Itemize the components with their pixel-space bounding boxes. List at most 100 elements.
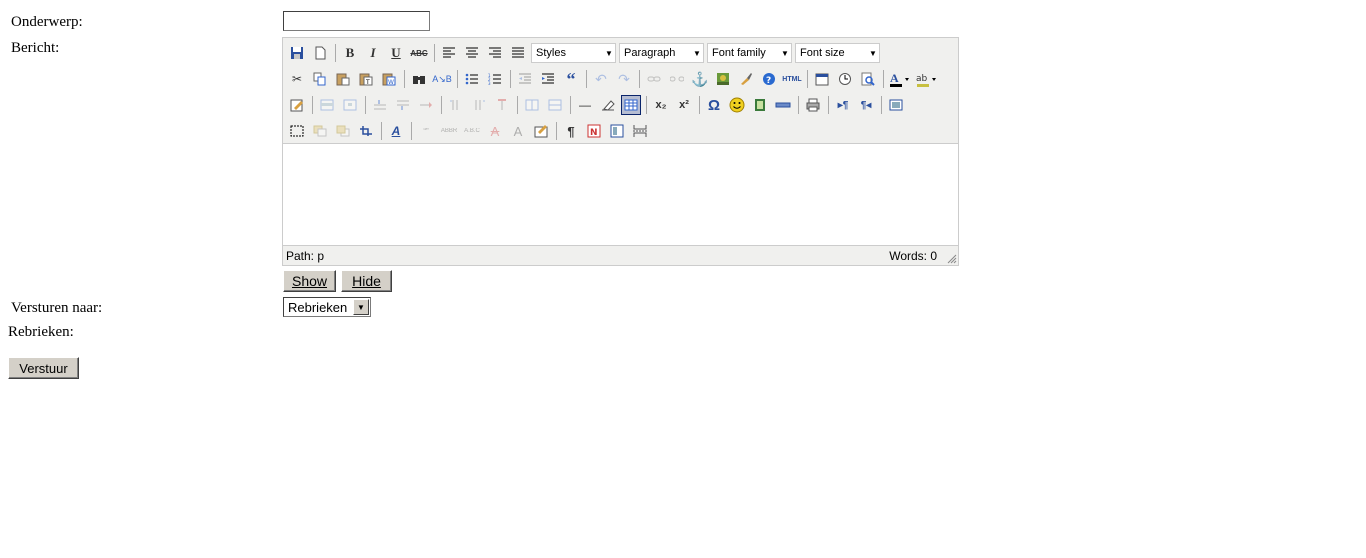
move-backward-icon[interactable] — [333, 121, 353, 141]
cleanup-icon[interactable] — [736, 69, 756, 89]
toolbar-row-2: ✂ T W A↘B 123 “ ↶ ↷ ⚓ ? HTML A ab — [287, 67, 942, 91]
toolbar-separator — [381, 122, 382, 140]
html-icon[interactable]: HTML — [782, 69, 802, 89]
highlight-color-icon[interactable]: ab — [915, 69, 939, 89]
paste-text-icon[interactable]: T — [356, 69, 376, 89]
delete-col-icon[interactable] — [492, 95, 512, 115]
subscript-icon[interactable]: x₂ — [651, 95, 671, 115]
subject-input[interactable] — [283, 11, 430, 31]
numbered-list-icon[interactable]: 123 — [485, 69, 505, 89]
redo-icon[interactable]: ↷ — [614, 69, 634, 89]
table-cell-props-icon[interactable] — [340, 95, 360, 115]
indent-icon[interactable] — [538, 69, 558, 89]
advanced-hr-icon[interactable] — [773, 95, 793, 115]
font-family-dropdown[interactable]: Font family ▼ — [707, 43, 792, 63]
unlink-icon[interactable] — [667, 69, 687, 89]
bullet-list-icon[interactable] — [462, 69, 482, 89]
show-button[interactable]: Show — [283, 270, 336, 292]
print-icon[interactable] — [803, 95, 823, 115]
insert-col-after-icon[interactable] — [469, 95, 489, 115]
paste-word-icon[interactable]: W — [379, 69, 399, 89]
new-document-icon[interactable] — [310, 43, 330, 63]
fullscreen-icon[interactable] — [886, 95, 906, 115]
rtl-icon[interactable]: ¶◂ — [856, 95, 876, 115]
absolute-icon[interactable] — [356, 121, 376, 141]
help-icon[interactable]: ? — [759, 69, 779, 89]
delete-row-icon[interactable] — [416, 95, 436, 115]
align-right-icon[interactable] — [485, 43, 505, 63]
link-icon[interactable] — [644, 69, 664, 89]
emoticons-icon[interactable] — [727, 95, 747, 115]
styleprops-icon[interactable]: A — [386, 121, 406, 141]
cite-icon[interactable]: “” — [416, 121, 436, 141]
media-icon[interactable] — [750, 95, 770, 115]
abbr-icon[interactable]: ABBR — [439, 121, 459, 141]
paste-icon[interactable] — [333, 69, 353, 89]
font-size-dropdown[interactable]: Font size ▼ — [795, 43, 880, 63]
svg-text:T: T — [365, 79, 370, 86]
acronym-icon[interactable]: A.B.C — [462, 121, 482, 141]
svg-text:A: A — [890, 71, 899, 85]
font-family-dropdown-label: Font family — [712, 47, 766, 59]
svg-text:?: ? — [766, 76, 771, 86]
toolbar-separator — [586, 70, 587, 88]
format-dropdown[interactable]: Paragraph ▼ — [619, 43, 704, 63]
split-cells-icon[interactable] — [522, 95, 542, 115]
send-to-label: Versturen naar: — [11, 300, 103, 316]
italic-icon[interactable]: I — [363, 43, 383, 63]
align-center-icon[interactable] — [462, 43, 482, 63]
editor-content-area[interactable] — [283, 143, 958, 246]
styles-dropdown[interactable]: Styles ▼ — [531, 43, 616, 63]
underline-icon[interactable]: U — [386, 43, 406, 63]
send-to-select[interactable]: Rebrieken ▼ — [283, 297, 371, 317]
insert-row-before-icon[interactable] — [370, 95, 390, 115]
pagebreak-icon[interactable] — [630, 121, 650, 141]
align-left-icon[interactable] — [439, 43, 459, 63]
image-icon[interactable] — [713, 69, 733, 89]
toolbar-separator — [807, 70, 808, 88]
outdent-icon[interactable] — [515, 69, 535, 89]
visual-aid-icon[interactable] — [621, 95, 641, 115]
resize-handle-icon[interactable] — [947, 254, 957, 264]
cut-icon[interactable]: ✂ — [287, 69, 307, 89]
ltr-icon[interactable]: ▸¶ — [833, 95, 853, 115]
bold-icon[interactable]: B — [340, 43, 360, 63]
toolbar-separator — [881, 96, 882, 114]
replace-icon[interactable]: A↘B — [432, 69, 452, 89]
insert-row-after-icon[interactable] — [393, 95, 413, 115]
submit-button[interactable]: Verstuur — [8, 357, 79, 379]
superscript-icon[interactable]: x² — [674, 95, 694, 115]
nonbreaking-icon[interactable]: N — [584, 121, 604, 141]
insert-layer-icon[interactable] — [287, 121, 307, 141]
strikethrough-icon[interactable]: ABC — [409, 43, 429, 63]
insert-time-icon[interactable] — [835, 69, 855, 89]
blockquote-icon[interactable]: “ — [561, 69, 581, 89]
save-icon[interactable] — [287, 43, 307, 63]
copy-icon[interactable] — [310, 69, 330, 89]
editor-statusbar: Path: p Words: 0 — [283, 245, 958, 265]
text-color-icon[interactable]: A — [888, 69, 912, 89]
visual-chars-icon[interactable]: ¶ — [561, 121, 581, 141]
anchor-icon[interactable]: ⚓ — [690, 69, 710, 89]
edit-css-icon[interactable] — [287, 95, 307, 115]
ins-icon[interactable]: A — [508, 121, 528, 141]
horizontal-rule-icon[interactable]: — — [575, 95, 595, 115]
hide-button[interactable]: Hide — [341, 270, 392, 292]
move-forward-icon[interactable] — [310, 121, 330, 141]
table-row-props-icon[interactable] — [317, 95, 337, 115]
insert-date-icon[interactable] — [812, 69, 832, 89]
word-count: Words: 0 — [889, 249, 937, 263]
merge-cells-icon[interactable] — [545, 95, 565, 115]
preview-icon[interactable] — [858, 69, 878, 89]
template-icon[interactable] — [607, 121, 627, 141]
attribs-icon[interactable] — [531, 121, 551, 141]
align-justify-icon[interactable] — [508, 43, 528, 63]
remove-format-icon[interactable] — [598, 95, 618, 115]
insert-col-before-icon[interactable] — [446, 95, 466, 115]
chevron-down-icon: ▼ — [353, 299, 369, 315]
special-char-icon[interactable]: Ω — [704, 95, 724, 115]
toolbar-separator — [411, 122, 412, 140]
del-icon[interactable]: A — [485, 121, 505, 141]
find-icon[interactable] — [409, 69, 429, 89]
undo-icon[interactable]: ↶ — [591, 69, 611, 89]
